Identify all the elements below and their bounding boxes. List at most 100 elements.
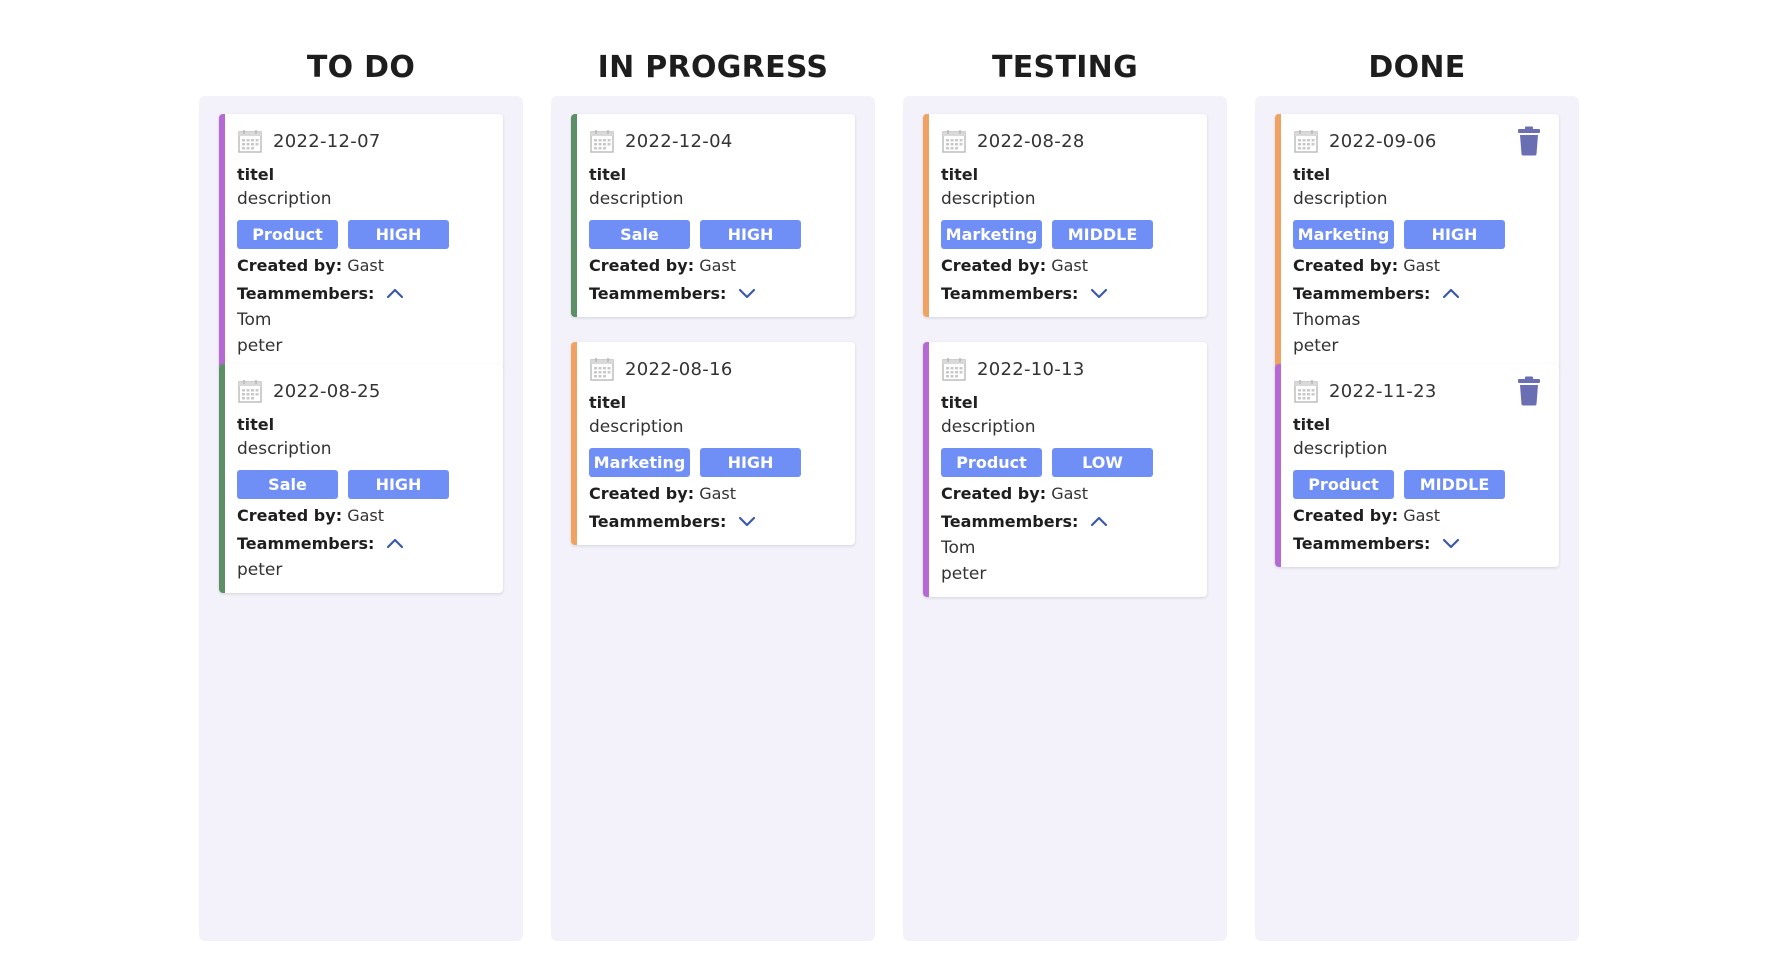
created-by: Created by: Gast <box>1293 253 1543 279</box>
task-card[interactable]: 2022-10-13 titel description Product LOW… <box>923 342 1207 597</box>
card-title: titel <box>1293 415 1331 434</box>
card-description: description <box>589 189 684 209</box>
card-description: description <box>1293 189 1388 209</box>
card-date: 2022-12-07 <box>273 130 381 152</box>
teammembers-row: Teammembers: <box>589 507 839 535</box>
calendar-icon <box>942 358 966 381</box>
teammembers-label: Teammembers: <box>237 283 375 303</box>
card-description: description <box>237 189 332 209</box>
priority-tag[interactable]: LOW <box>1052 448 1153 477</box>
created-by-label: Created by: <box>589 484 695 503</box>
teammember-name: Tom <box>941 538 976 558</box>
category-tag[interactable]: Product <box>237 220 338 249</box>
task-card[interactable]: 2022-09-06 titel description Marketing H… <box>1275 114 1559 369</box>
card-tags: Marketing HIGH <box>589 448 839 477</box>
card-tags: Product LOW <box>941 448 1191 477</box>
chevron-up-icon[interactable] <box>1088 510 1110 532</box>
teammembers-row: Teammembers: <box>1293 279 1543 307</box>
priority-tag[interactable]: HIGH <box>1404 220 1505 249</box>
teammembers-label: Teammembers: <box>941 283 1079 303</box>
chevron-down-icon[interactable] <box>1088 282 1110 304</box>
teammember-name: Thomas <box>1293 310 1361 330</box>
teammember-name: peter <box>941 564 987 584</box>
chevron-down-icon[interactable] <box>736 282 758 304</box>
card-description: description <box>1293 439 1388 459</box>
card-tags: Marketing MIDDLE <box>941 220 1191 249</box>
category-tag[interactable]: Marketing <box>589 448 690 477</box>
teammembers-list: Tom peter <box>941 535 1191 587</box>
created-by-label: Created by: <box>237 506 343 525</box>
teammembers-row: Teammembers: <box>941 279 1191 307</box>
category-tag[interactable]: Marketing <box>1293 220 1394 249</box>
task-card[interactable]: 2022-12-04 titel description Sale HIGH C… <box>571 114 855 317</box>
kanban-board: TO DO 2022-12-07 titel description Produ… <box>199 0 1579 968</box>
teammembers-row: Teammembers: <box>237 529 487 557</box>
card-date: 2022-09-06 <box>1329 130 1437 152</box>
category-tag[interactable]: Product <box>1293 470 1394 499</box>
created-by: Created by: Gast <box>237 503 487 529</box>
priority-tag[interactable]: HIGH <box>348 220 449 249</box>
created-by-value: Gast <box>347 256 384 275</box>
teammembers-row: Teammembers: <box>941 507 1191 535</box>
chevron-up-icon[interactable] <box>384 532 406 554</box>
created-by-value: Gast <box>1051 256 1088 275</box>
chevron-up-icon[interactable] <box>384 282 406 304</box>
category-tag[interactable]: Product <box>941 448 1042 477</box>
created-by: Created by: Gast <box>1293 503 1543 529</box>
created-by: Created by: Gast <box>941 481 1191 507</box>
teammember-name: peter <box>237 560 283 580</box>
card-title: titel <box>941 165 979 184</box>
column-title: IN PROGRESS <box>597 50 829 85</box>
card-description: description <box>589 417 684 437</box>
card-date: 2022-11-23 <box>1329 380 1437 402</box>
card-tags: Product MIDDLE <box>1293 470 1543 499</box>
teammember-name: peter <box>237 336 283 356</box>
card-date: 2022-12-04 <box>625 130 733 152</box>
card-date-row: 2022-10-13 <box>941 354 1191 384</box>
calendar-icon <box>942 130 966 153</box>
teammembers-list: peter <box>237 557 487 583</box>
card-date: 2022-08-25 <box>273 380 381 402</box>
created-by-label: Created by: <box>237 256 343 275</box>
task-card[interactable]: 2022-11-23 titel description Product MID… <box>1275 364 1559 567</box>
card-tags: Sale HIGH <box>589 220 839 249</box>
category-tag[interactable]: Sale <box>237 470 338 499</box>
card-date-row: 2022-09-06 <box>1293 126 1543 156</box>
column-title: DONE <box>1368 50 1466 85</box>
card-title: titel <box>941 393 979 412</box>
chevron-down-icon[interactable] <box>1440 532 1462 554</box>
column-title: TESTING <box>991 50 1139 85</box>
task-card[interactable]: 2022-08-28 titel description Marketing M… <box>923 114 1207 317</box>
teammembers-label: Teammembers: <box>237 533 375 553</box>
card-tags: Sale HIGH <box>237 470 487 499</box>
category-tag[interactable]: Marketing <box>941 220 1042 249</box>
calendar-icon <box>1294 380 1318 403</box>
card-title: titel <box>237 165 275 184</box>
card-title: titel <box>237 415 275 434</box>
priority-tag[interactable]: HIGH <box>348 470 449 499</box>
priority-tag[interactable]: HIGH <box>700 220 801 249</box>
created-by: Created by: Gast <box>589 253 839 279</box>
task-card[interactable]: 2022-12-07 titel description Product HIG… <box>219 114 503 369</box>
card-date: 2022-10-13 <box>977 358 1085 380</box>
card-date-row: 2022-08-25 <box>237 376 487 406</box>
teammembers-row: Teammembers: <box>589 279 839 307</box>
card-title: titel <box>589 393 627 412</box>
card-description: description <box>941 189 1036 209</box>
chevron-down-icon[interactable] <box>736 510 758 532</box>
priority-tag[interactable]: MIDDLE <box>1052 220 1153 249</box>
category-tag[interactable]: Sale <box>589 220 690 249</box>
teammembers-label: Teammembers: <box>589 511 727 531</box>
calendar-icon <box>590 130 614 153</box>
priority-tag[interactable]: HIGH <box>700 448 801 477</box>
card-date-row: 2022-08-28 <box>941 126 1191 156</box>
chevron-up-icon[interactable] <box>1440 282 1462 304</box>
trash-icon[interactable] <box>1517 126 1541 156</box>
trash-icon[interactable] <box>1517 376 1541 406</box>
priority-tag[interactable]: MIDDLE <box>1404 470 1505 499</box>
created-by-label: Created by: <box>1293 256 1399 275</box>
created-by-value: Gast <box>347 506 384 525</box>
teammembers-row: Teammembers: <box>1293 529 1543 557</box>
task-card[interactable]: 2022-08-16 titel description Marketing H… <box>571 342 855 545</box>
task-card[interactable]: 2022-08-25 titel description Sale HIGH C… <box>219 364 503 593</box>
